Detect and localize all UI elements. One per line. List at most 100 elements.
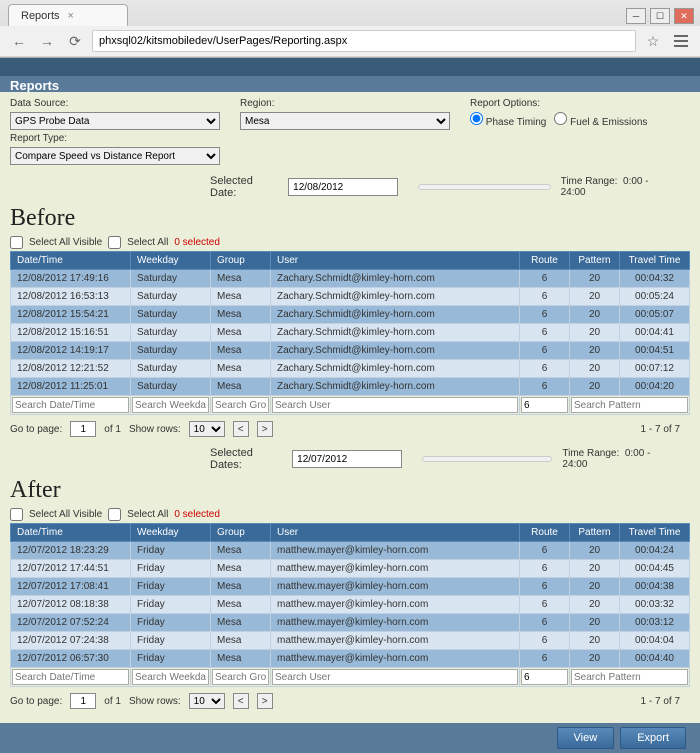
close-icon[interactable]: × bbox=[68, 10, 74, 22]
menu-icon[interactable] bbox=[670, 30, 692, 52]
time-range: Time Range: 0:00 - 24:00 bbox=[562, 448, 670, 470]
select-all-visible-checkbox[interactable] bbox=[10, 508, 23, 521]
table-row[interactable]: 12/07/2012 17:44:51FridayMesamatthew.may… bbox=[11, 560, 690, 578]
header-band bbox=[0, 58, 700, 76]
time-slider[interactable] bbox=[422, 456, 552, 462]
forward-icon[interactable]: → bbox=[36, 30, 58, 52]
page-of: of 1 bbox=[104, 696, 121, 707]
footer-bar: View Export bbox=[0, 723, 700, 753]
search-weekday[interactable] bbox=[132, 669, 209, 685]
selected-count: 0 selected bbox=[174, 237, 220, 248]
rows-select[interactable]: 10 bbox=[189, 421, 225, 437]
col-user[interactable]: User bbox=[271, 252, 520, 270]
prev-page-button[interactable]: < bbox=[233, 693, 249, 709]
table-row[interactable]: 12/08/2012 14:19:17SaturdayMesaZachary.S… bbox=[11, 342, 690, 360]
showrows-label: Show rows: bbox=[129, 424, 181, 435]
col-group[interactable]: Group bbox=[211, 252, 271, 270]
col-datetime[interactable]: Date/Time bbox=[11, 252, 131, 270]
col-route[interactable]: Route bbox=[520, 524, 570, 542]
pager-count: 1 - 7 of 7 bbox=[641, 696, 680, 707]
search-user[interactable] bbox=[272, 397, 518, 413]
col-group[interactable]: Group bbox=[211, 524, 271, 542]
page-input[interactable] bbox=[70, 693, 96, 709]
search-pattern[interactable] bbox=[571, 397, 688, 413]
page-input[interactable] bbox=[70, 421, 96, 437]
col-user[interactable]: User bbox=[271, 524, 520, 542]
address-input[interactable] bbox=[92, 30, 636, 52]
select-all-visible-checkbox[interactable] bbox=[10, 236, 23, 249]
time-range: Time Range: 0:00 - 24:00 bbox=[561, 176, 670, 198]
browser-chrome: Reports × － ☐ ✕ ← → ⟳ ☆ bbox=[0, 0, 700, 58]
after-date-input[interactable] bbox=[292, 450, 402, 468]
table-row[interactable]: 12/07/2012 18:23:29FridayMesamatthew.may… bbox=[11, 542, 690, 560]
table-row[interactable]: 12/08/2012 11:25:01SaturdayMesaZachary.S… bbox=[11, 378, 690, 396]
before-table: Date/Time Weekday Group User Route Patte… bbox=[10, 251, 690, 415]
goto-label: Go to page: bbox=[10, 424, 62, 435]
next-page-button[interactable]: > bbox=[257, 693, 273, 709]
window-close-button[interactable]: ✕ bbox=[674, 8, 694, 24]
select-all-checkbox[interactable] bbox=[108, 236, 121, 249]
table-row[interactable]: 12/07/2012 06:57:30FridayMesamatthew.may… bbox=[11, 650, 690, 668]
data-source-select[interactable]: GPS Probe Data bbox=[10, 112, 220, 130]
col-weekday[interactable]: Weekday bbox=[131, 524, 211, 542]
selected-dates-label: Selected Dates: bbox=[210, 447, 282, 471]
report-options-label: Report Options: bbox=[470, 98, 647, 109]
report-type-label: Report Type: bbox=[10, 133, 220, 144]
page-title: Reports bbox=[0, 76, 700, 92]
selected-count: 0 selected bbox=[174, 509, 220, 520]
next-page-button[interactable]: > bbox=[257, 421, 273, 437]
maximize-button[interactable]: ☐ bbox=[650, 8, 670, 24]
table-row[interactable]: 12/07/2012 07:52:24FridayMesamatthew.may… bbox=[11, 614, 690, 632]
table-row[interactable]: 12/07/2012 08:18:38FridayMesamatthew.may… bbox=[11, 596, 690, 614]
table-row[interactable]: 12/08/2012 17:49:16SaturdayMesaZachary.S… bbox=[11, 270, 690, 288]
table-row[interactable]: 12/07/2012 17:08:41FridayMesamatthew.may… bbox=[11, 578, 690, 596]
pager-count: 1 - 7 of 7 bbox=[641, 424, 680, 435]
time-slider[interactable] bbox=[418, 184, 550, 190]
search-group[interactable] bbox=[212, 669, 269, 685]
table-row[interactable]: 12/08/2012 16:53:13SaturdayMesaZachary.S… bbox=[11, 288, 690, 306]
reload-icon[interactable]: ⟳ bbox=[64, 30, 86, 52]
search-row bbox=[11, 396, 690, 415]
search-pattern[interactable] bbox=[571, 669, 688, 685]
after-title: After bbox=[0, 475, 700, 506]
search-row bbox=[11, 668, 690, 687]
col-traveltime[interactable]: Travel Time bbox=[620, 252, 690, 270]
bookmark-icon[interactable]: ☆ bbox=[642, 30, 664, 52]
table-row[interactable]: 12/07/2012 07:24:38FridayMesamatthew.may… bbox=[11, 632, 690, 650]
search-user[interactable] bbox=[272, 669, 518, 685]
selected-date-label: Selected Date: bbox=[210, 175, 278, 199]
search-datetime[interactable] bbox=[12, 397, 129, 413]
data-source-label: Data Source: bbox=[10, 98, 220, 109]
col-pattern[interactable]: Pattern bbox=[570, 524, 620, 542]
tab-title: Reports bbox=[21, 10, 60, 22]
region-select[interactable]: Mesa bbox=[240, 112, 450, 130]
table-row[interactable]: 12/08/2012 15:16:51SaturdayMesaZachary.S… bbox=[11, 324, 690, 342]
rows-select[interactable]: 10 bbox=[189, 693, 225, 709]
col-route[interactable]: Route bbox=[520, 252, 570, 270]
prev-page-button[interactable]: < bbox=[233, 421, 249, 437]
report-type-select[interactable]: Compare Speed vs Distance Report bbox=[10, 147, 220, 165]
view-button[interactable]: View bbox=[557, 727, 615, 749]
search-datetime[interactable] bbox=[12, 669, 129, 685]
region-label: Region: bbox=[240, 98, 450, 109]
fuel-emissions-radio[interactable]: Fuel & Emissions bbox=[554, 112, 647, 128]
before-title: Before bbox=[0, 203, 700, 234]
search-route[interactable] bbox=[521, 397, 568, 413]
col-datetime[interactable]: Date/Time bbox=[11, 524, 131, 542]
col-traveltime[interactable]: Travel Time bbox=[620, 524, 690, 542]
export-button[interactable]: Export bbox=[620, 727, 686, 749]
table-row[interactable]: 12/08/2012 15:54:21SaturdayMesaZachary.S… bbox=[11, 306, 690, 324]
select-all-checkbox[interactable] bbox=[108, 508, 121, 521]
minimize-button[interactable]: － bbox=[626, 8, 646, 24]
back-icon[interactable]: ← bbox=[8, 30, 30, 52]
before-date-input[interactable] bbox=[288, 178, 398, 196]
search-group[interactable] bbox=[212, 397, 269, 413]
search-weekday[interactable] bbox=[132, 397, 209, 413]
search-route[interactable] bbox=[521, 669, 568, 685]
browser-tab[interactable]: Reports × bbox=[8, 4, 128, 26]
table-row[interactable]: 12/08/2012 12:21:52SaturdayMesaZachary.S… bbox=[11, 360, 690, 378]
after-table: Date/Time Weekday Group User Route Patte… bbox=[10, 523, 690, 687]
col-pattern[interactable]: Pattern bbox=[570, 252, 620, 270]
col-weekday[interactable]: Weekday bbox=[131, 252, 211, 270]
phase-timing-radio[interactable]: Phase Timing bbox=[470, 112, 546, 128]
